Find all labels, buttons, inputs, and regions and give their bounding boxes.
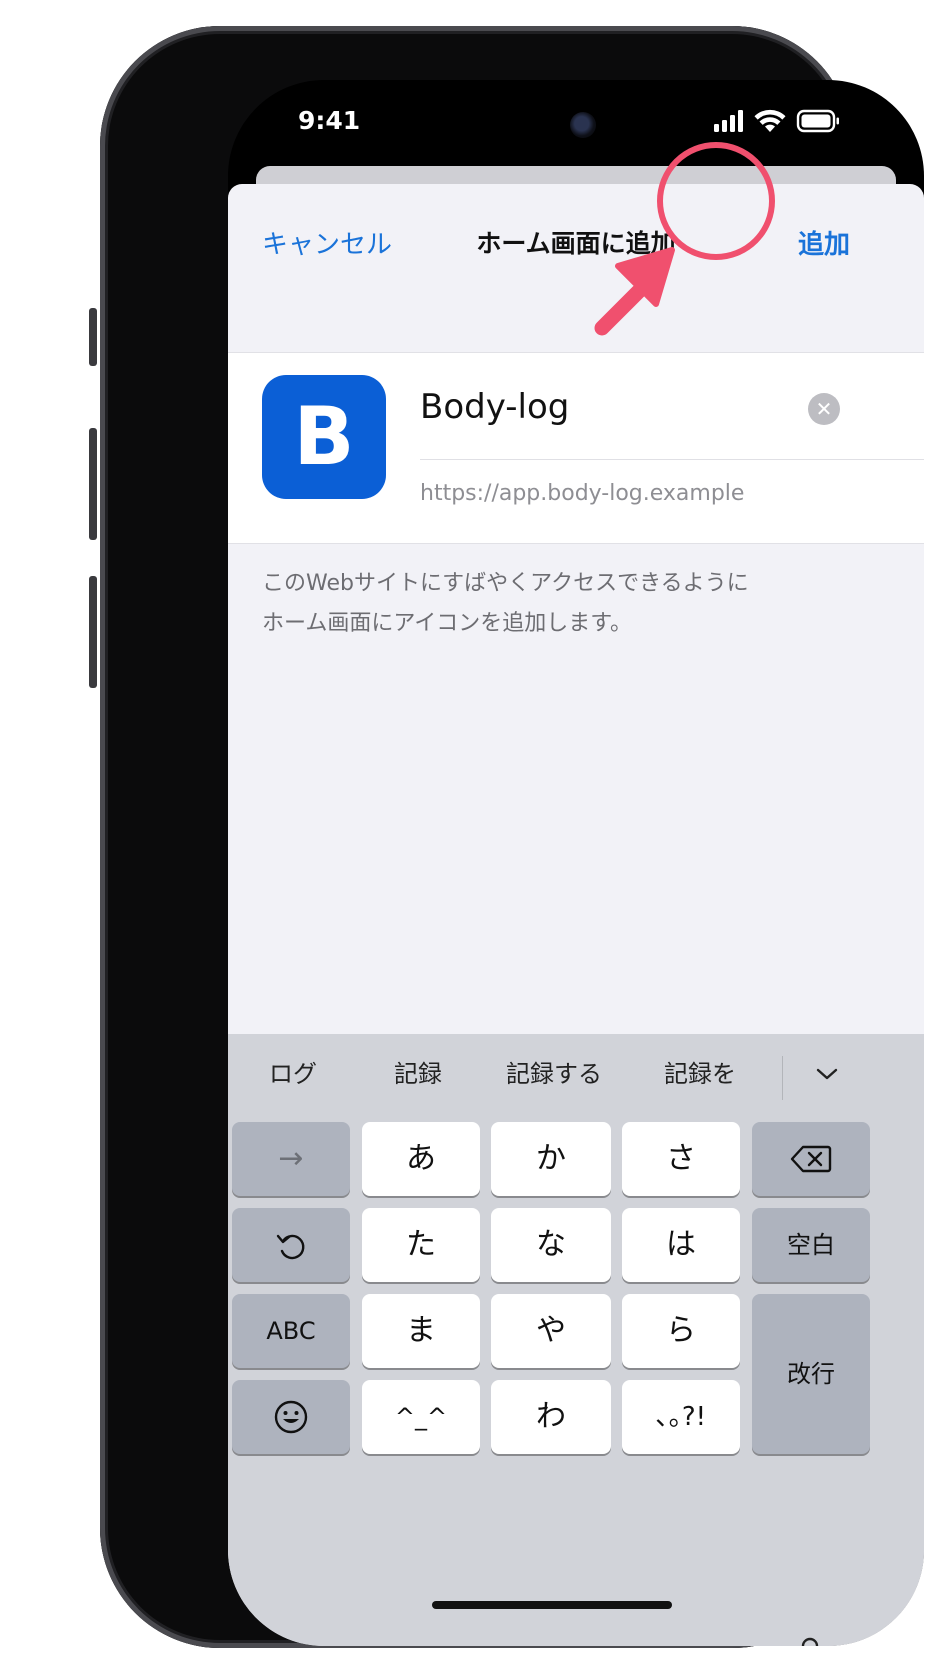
wifi-icon xyxy=(754,109,786,132)
app-icon: B xyxy=(262,375,386,499)
candidate-2[interactable]: 記録 xyxy=(358,1054,478,1089)
key-wa[interactable]: わ xyxy=(491,1380,611,1454)
volume-up-button xyxy=(89,428,97,540)
key-ma[interactable]: ま xyxy=(362,1294,480,1368)
delete-icon xyxy=(790,1145,832,1173)
space-key[interactable]: 空白 xyxy=(752,1208,870,1282)
candidate-3[interactable]: 記録する xyxy=(494,1054,614,1089)
candidate-1[interactable]: ログ xyxy=(233,1054,353,1089)
key-punctuation[interactable]: ､｡?! xyxy=(622,1380,740,1454)
delete-key[interactable] xyxy=(752,1122,870,1196)
description-text: このWebサイトにすばやくアクセスできるように ホーム画面にアイコンを追加します… xyxy=(262,564,882,644)
next-key[interactable]: → xyxy=(232,1122,350,1196)
abc-key[interactable]: ABC xyxy=(232,1294,350,1368)
home-indicator xyxy=(432,1601,672,1609)
undo-icon xyxy=(276,1234,305,1260)
clear-text-icon[interactable]: ✕ xyxy=(808,393,840,425)
candidate-4[interactable]: 記録を xyxy=(640,1054,760,1089)
chevron-down-icon[interactable] xyxy=(813,1062,841,1090)
signal-icon xyxy=(714,110,743,132)
undo-key[interactable] xyxy=(232,1208,350,1282)
emoji-key[interactable] xyxy=(232,1380,350,1454)
emoji-icon xyxy=(274,1400,308,1434)
battery-icon xyxy=(796,109,839,133)
globe-icon[interactable] xyxy=(268,1640,316,1646)
key-ta[interactable]: た xyxy=(362,1208,480,1282)
key-a[interactable]: あ xyxy=(362,1122,480,1196)
status-time: 9:41 xyxy=(298,106,361,135)
app-url: https://app.body-log.example xyxy=(420,481,745,506)
key-na[interactable]: な xyxy=(491,1208,611,1282)
action-button xyxy=(89,308,97,366)
key-kaomoji[interactable]: ^_^ xyxy=(362,1380,480,1454)
candidate-separator xyxy=(782,1056,783,1100)
description-line-1: このWebサイトにすばやくアクセスできるように xyxy=(262,571,749,596)
description-line-2: ホーム画面にアイコンを追加します。 xyxy=(262,611,633,636)
return-key[interactable]: 改行 xyxy=(752,1294,870,1454)
microphone-icon[interactable] xyxy=(794,1636,826,1646)
key-ya[interactable]: や xyxy=(491,1294,611,1368)
add-button[interactable]: 追加 xyxy=(798,224,850,261)
key-ka[interactable]: か xyxy=(491,1122,611,1196)
phone-frame: 9:41 キャンセル ホーム画面に追加 追加 B Body-log ✕ http… xyxy=(100,26,924,1648)
key-ra[interactable]: ら xyxy=(622,1294,740,1368)
phone-screen: 9:41 キャンセル ホーム画面に追加 追加 B Body-log ✕ http… xyxy=(228,80,924,1646)
app-name-field[interactable]: Body-log xyxy=(420,387,569,427)
key-sa[interactable]: さ xyxy=(622,1122,740,1196)
key-ha[interactable]: は xyxy=(622,1208,740,1282)
volume-down-button xyxy=(89,576,97,688)
add-to-home-sheet: キャンセル ホーム画面に追加 追加 B Body-log ✕ https://a… xyxy=(228,184,924,1646)
field-divider xyxy=(420,459,924,460)
app-info-card: B Body-log ✕ https://app.body-log.exampl… xyxy=(228,352,924,544)
japanese-keyboard: ログ 記録 記録する 記録を → あ か さ た な は 空白 ABC ま や … xyxy=(228,1034,924,1600)
camera xyxy=(570,112,596,138)
status-icons xyxy=(714,108,854,142)
